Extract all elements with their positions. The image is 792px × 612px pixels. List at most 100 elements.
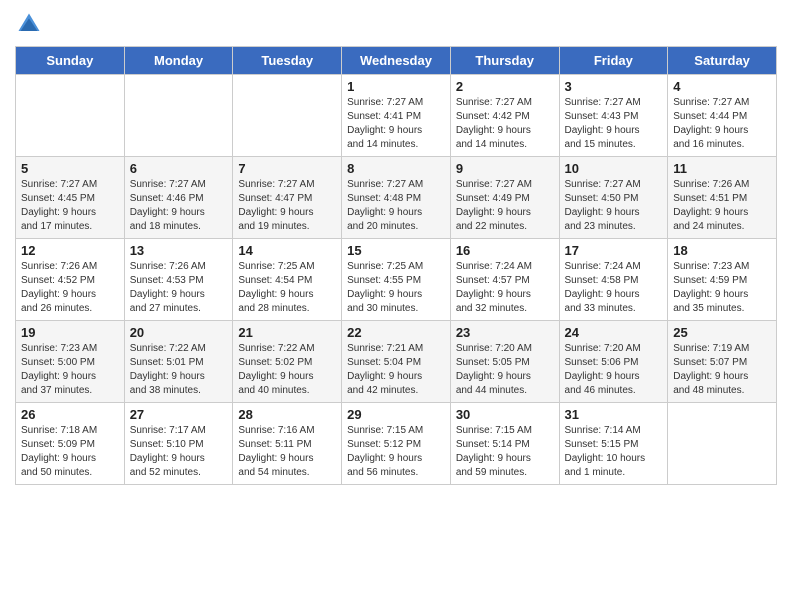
day-info: Sunrise: 7:21 AM Sunset: 5:04 PM Dayligh… — [347, 342, 445, 398]
day-info: Sunrise: 7:24 AM Sunset: 4:57 PM Dayligh… — [456, 260, 554, 316]
day-info: Sunrise: 7:16 AM Sunset: 5:11 PM Dayligh… — [238, 424, 336, 480]
calendar-day-14: 14Sunrise: 7:25 AM Sunset: 4:54 PM Dayli… — [233, 239, 342, 321]
day-info: Sunrise: 7:22 AM Sunset: 5:02 PM Dayligh… — [238, 342, 336, 398]
day-info: Sunrise: 7:20 AM Sunset: 5:06 PM Dayligh… — [565, 342, 663, 398]
day-number: 19 — [21, 325, 119, 340]
day-info: Sunrise: 7:27 AM Sunset: 4:48 PM Dayligh… — [347, 178, 445, 234]
day-info: Sunrise: 7:27 AM Sunset: 4:50 PM Dayligh… — [565, 178, 663, 234]
day-number: 13 — [130, 243, 228, 258]
calendar-day-8: 8 Sunrise: 7:27 AM Sunset: 4:48 PM Daylig… — [342, 157, 451, 239]
days-of-week-row: SundayMondayTuesdayWednesdayThursdayFrid… — [16, 47, 777, 75]
calendar-day-3: 3Sunrise: 7:27 AM Sunset: 4:43 PM Daylig… — [559, 75, 668, 157]
day-info: Sunrise: 7:18 AM Sunset: 5:09 PM Dayligh… — [21, 424, 119, 480]
calendar-day-30: 30 Sunrise: 7:15 AM Sunset: 5:14 PM Dayli… — [450, 403, 559, 485]
calendar-week-3: 12 Sunrise: 7:26 AM Sunset: 4:52 PM Dayli… — [16, 239, 777, 321]
day-number: 14 — [238, 243, 336, 258]
calendar-day-17: 17 Sunrise: 7:24 AM Sunset: 4:58 PM Dayli… — [559, 239, 668, 321]
day-info: Sunrise: 7:27 AM Sunset: 4:47 PM Dayligh… — [238, 178, 336, 234]
calendar-day-22: 22 Sunrise: 7:21 AM Sunset: 5:04 PM Dayli… — [342, 321, 451, 403]
day-header-saturday: Saturday — [668, 47, 777, 75]
calendar-day-5: 5 Sunrise: 7:27 AM Sunset: 4:45 PM Daylig… — [16, 157, 125, 239]
day-number: 5 — [21, 161, 119, 176]
calendar-day-18: 18Sunrise: 7:23 AM Sunset: 4:59 PM Dayli… — [668, 239, 777, 321]
calendar-day-empty — [233, 75, 342, 157]
day-number: 2 — [456, 79, 554, 94]
day-number: 12 — [21, 243, 119, 258]
calendar-day-2: 2 Sunrise: 7:27 AM Sunset: 4:42 PM Daylig… — [450, 75, 559, 157]
day-number: 4 — [673, 79, 771, 94]
calendar-week-2: 5 Sunrise: 7:27 AM Sunset: 4:45 PM Daylig… — [16, 157, 777, 239]
calendar-day-empty — [668, 403, 777, 485]
calendar-day-9: 9Sunrise: 7:27 AM Sunset: 4:49 PM Daylig… — [450, 157, 559, 239]
calendar-day-6: 6Sunrise: 7:27 AM Sunset: 4:46 PM Daylig… — [124, 157, 233, 239]
calendar-table: SundayMondayTuesdayWednesdayThursdayFrid… — [15, 46, 777, 485]
calendar-day-26: 26 Sunrise: 7:18 AM Sunset: 5:09 PM Dayli… — [16, 403, 125, 485]
calendar-header: SundayMondayTuesdayWednesdayThursdayFrid… — [16, 47, 777, 75]
calendar-day-12: 12 Sunrise: 7:26 AM Sunset: 4:52 PM Dayli… — [16, 239, 125, 321]
day-info: Sunrise: 7:24 AM Sunset: 4:58 PM Dayligh… — [565, 260, 663, 316]
calendar-day-16: 16 Sunrise: 7:24 AM Sunset: 4:57 PM Dayli… — [450, 239, 559, 321]
page-header — [15, 10, 777, 38]
day-number: 24 — [565, 325, 663, 340]
day-info: Sunrise: 7:17 AM Sunset: 5:10 PM Dayligh… — [130, 424, 228, 480]
day-number: 6 — [130, 161, 228, 176]
day-header-monday: Monday — [124, 47, 233, 75]
calendar-day-1: 1 Sunrise: 7:27 AM Sunset: 4:41 PM Daylig… — [342, 75, 451, 157]
day-info: Sunrise: 7:27 AM Sunset: 4:43 PM Dayligh… — [565, 96, 663, 152]
day-number: 16 — [456, 243, 554, 258]
day-info: Sunrise: 7:27 AM Sunset: 4:41 PM Dayligh… — [347, 96, 445, 152]
day-info: Sunrise: 7:15 AM Sunset: 5:14 PM Dayligh… — [456, 424, 554, 480]
day-header-thursday: Thursday — [450, 47, 559, 75]
day-number: 26 — [21, 407, 119, 422]
day-number: 18 — [673, 243, 771, 258]
day-info: Sunrise: 7:23 AM Sunset: 5:00 PM Dayligh… — [21, 342, 119, 398]
calendar-day-20: 20 Sunrise: 7:22 AM Sunset: 5:01 PM Dayli… — [124, 321, 233, 403]
calendar-day-27: 27Sunrise: 7:17 AM Sunset: 5:10 PM Dayli… — [124, 403, 233, 485]
day-number: 29 — [347, 407, 445, 422]
day-number: 31 — [565, 407, 663, 422]
day-info: Sunrise: 7:27 AM Sunset: 4:42 PM Dayligh… — [456, 96, 554, 152]
calendar-day-15: 15Sunrise: 7:25 AM Sunset: 4:55 PM Dayli… — [342, 239, 451, 321]
calendar-day-7: 7 Sunrise: 7:27 AM Sunset: 4:47 PM Daylig… — [233, 157, 342, 239]
day-info: Sunrise: 7:22 AM Sunset: 5:01 PM Dayligh… — [130, 342, 228, 398]
day-header-wednesday: Wednesday — [342, 47, 451, 75]
day-header-sunday: Sunday — [16, 47, 125, 75]
day-number: 17 — [565, 243, 663, 258]
day-number: 21 — [238, 325, 336, 340]
logo — [15, 10, 47, 38]
calendar-body: 1 Sunrise: 7:27 AM Sunset: 4:41 PM Daylig… — [16, 75, 777, 485]
calendar-day-25: 25 Sunrise: 7:19 AM Sunset: 5:07 PM Dayli… — [668, 321, 777, 403]
day-number: 1 — [347, 79, 445, 94]
page-container: SundayMondayTuesdayWednesdayThursdayFrid… — [0, 0, 792, 495]
day-number: 11 — [673, 161, 771, 176]
day-number: 20 — [130, 325, 228, 340]
day-number: 7 — [238, 161, 336, 176]
logo-icon — [15, 10, 43, 38]
day-info: Sunrise: 7:27 AM Sunset: 4:45 PM Dayligh… — [21, 178, 119, 234]
calendar-day-31: 31Sunrise: 7:14 AM Sunset: 5:15 PM Dayli… — [559, 403, 668, 485]
day-number: 22 — [347, 325, 445, 340]
calendar-day-28: 28 Sunrise: 7:16 AM Sunset: 5:11 PM Dayli… — [233, 403, 342, 485]
calendar-day-10: 10Sunrise: 7:27 AM Sunset: 4:50 PM Dayli… — [559, 157, 668, 239]
calendar-week-5: 26 Sunrise: 7:18 AM Sunset: 5:09 PM Dayli… — [16, 403, 777, 485]
day-header-tuesday: Tuesday — [233, 47, 342, 75]
day-info: Sunrise: 7:19 AM Sunset: 5:07 PM Dayligh… — [673, 342, 771, 398]
calendar-day-19: 19 Sunrise: 7:23 AM Sunset: 5:00 PM Dayli… — [16, 321, 125, 403]
calendar-day-11: 11Sunrise: 7:26 AM Sunset: 4:51 PM Dayli… — [668, 157, 777, 239]
calendar-day-4: 4 Sunrise: 7:27 AM Sunset: 4:44 PM Daylig… — [668, 75, 777, 157]
day-info: Sunrise: 7:26 AM Sunset: 4:52 PM Dayligh… — [21, 260, 119, 316]
day-number: 8 — [347, 161, 445, 176]
calendar-day-23: 23 Sunrise: 7:20 AM Sunset: 5:05 PM Dayli… — [450, 321, 559, 403]
day-number: 28 — [238, 407, 336, 422]
day-info: Sunrise: 7:26 AM Sunset: 4:53 PM Dayligh… — [130, 260, 228, 316]
day-number: 30 — [456, 407, 554, 422]
day-info: Sunrise: 7:27 AM Sunset: 4:44 PM Dayligh… — [673, 96, 771, 152]
day-number: 23 — [456, 325, 554, 340]
day-info: Sunrise: 7:15 AM Sunset: 5:12 PM Dayligh… — [347, 424, 445, 480]
calendar-day-13: 13 Sunrise: 7:26 AM Sunset: 4:53 PM Dayli… — [124, 239, 233, 321]
calendar-day-24: 24 Sunrise: 7:20 AM Sunset: 5:06 PM Dayli… — [559, 321, 668, 403]
day-number: 25 — [673, 325, 771, 340]
day-info: Sunrise: 7:20 AM Sunset: 5:05 PM Dayligh… — [456, 342, 554, 398]
day-number: 15 — [347, 243, 445, 258]
calendar-day-empty — [124, 75, 233, 157]
